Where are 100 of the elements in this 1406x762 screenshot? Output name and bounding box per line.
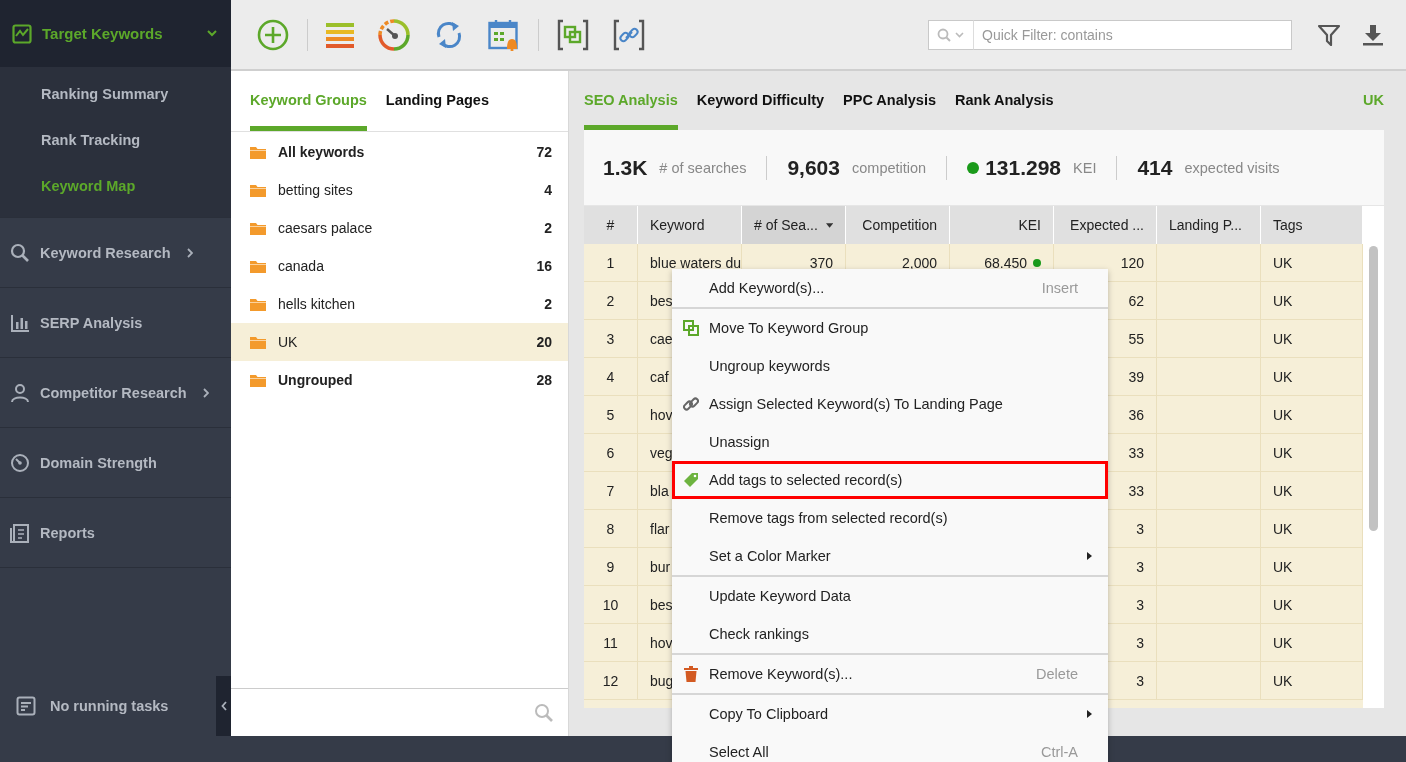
table-cell: 6 [606,444,615,461]
search-icon[interactable] [534,702,554,723]
table-cell: UK [1273,634,1293,651]
quick-filter-field[interactable]: Quick Filter: contains [974,19,1292,50]
menu-item[interactable]: Unassign [672,423,1108,461]
group-name: Ungrouped [278,372,354,388]
folder-icon [250,145,266,159]
summary-label: expected visits [1184,159,1280,176]
search-options-button[interactable] [928,19,974,50]
filter-icon[interactable] [1318,23,1340,46]
menu-item[interactable]: Ungroup keywords [672,347,1108,385]
sidebar-label: Domain Strength [40,454,157,471]
region-label: UK [1363,92,1384,110]
table-cell: 10 [602,596,619,613]
sidebar-item[interactable]: Ranking Summary [0,71,231,117]
group-name: caesars palace [278,220,374,236]
move-icon [683,320,699,336]
table-cell: 8 [606,520,615,537]
table-cell: 3 [1136,520,1144,537]
folder-icon [250,259,266,273]
add-icon[interactable] [257,18,289,51]
table-cell: 3 [1136,558,1144,575]
group-name: UK [278,334,299,350]
table-cell: 3 [1136,634,1144,651]
sidebar-label: Keyword Research [40,244,171,261]
group-item[interactable]: betting sites 4 [231,171,568,209]
group-item[interactable]: canada 16 [231,247,568,285]
sidebar-label: SERP Analysis [40,314,143,331]
table-cell: UK [1273,672,1293,689]
tab[interactable]: Keyword Difficulty [696,92,825,130]
table-cell: 3 [1136,596,1144,613]
table-cell: veg [650,444,673,461]
tasks-icon [16,696,36,716]
group-item[interactable]: UK 20 [231,323,568,361]
table-cell: UK [1273,482,1293,499]
table-cell: 7 [606,482,615,499]
group-item[interactable]: Ungrouped 28 [231,361,568,399]
column-header[interactable]: Expected ... [1054,206,1157,244]
move-icon[interactable] [557,18,589,51]
menu-item[interactable]: Select All Ctrl-A [672,733,1108,762]
chart-icon [12,23,32,44]
download-icon[interactable] [1362,23,1384,46]
person-icon [10,382,30,403]
group-item[interactable]: hells kitchen 2 [231,285,568,323]
table-cell: 9 [606,558,615,575]
collapse-handle[interactable] [216,676,231,736]
table-cell: UK [1273,254,1293,271]
menu-item[interactable]: Copy To Clipboard [672,695,1108,733]
table-cell: 33 [1128,482,1144,499]
sidebar-label: Reports [40,524,95,541]
table-cell: 5 [606,406,615,423]
tab[interactable]: PPC Analysis [843,92,936,130]
group-name: canada [278,258,325,274]
folder-icon [250,183,266,197]
table-cell: bes [650,596,673,613]
tag-icon [683,472,699,488]
sidebar-section-header[interactable]: Target Keywords [0,0,231,67]
group-item[interactable]: caesars palace 2 [231,209,568,247]
menu-item[interactable]: Assign Selected Keyword(s) To Landing Page [672,385,1108,423]
table-cell: caf [650,368,669,385]
document-icon [10,522,30,543]
menu-item[interactable]: Remove tags from selected record(s) [672,499,1108,537]
calendar-icon[interactable] [488,18,520,51]
table-cell: UK [1273,330,1293,347]
menu-item[interactable]: Check rankings [672,615,1108,653]
table-cell: 33 [1128,444,1144,461]
menu-item[interactable]: Move To Keyword Group [672,309,1108,347]
table-cell: 4 [606,368,615,385]
group-count: 28 [536,372,552,388]
menu-item[interactable]: Remove Keyword(s)... Delete [672,655,1108,693]
menu-item[interactable]: Add tags to selected record(s) [672,461,1108,499]
list-icon[interactable] [326,21,354,48]
table-cell: UK [1273,406,1293,423]
column-header[interactable]: # [584,206,638,244]
sidebar-item[interactable]: Rank Tracking [0,117,231,163]
tab[interactable]: Rank Analysis [955,92,1054,130]
column-header[interactable]: Competition [846,206,950,244]
tab[interactable]: Landing Pages [385,92,489,131]
column-header[interactable]: # of Sea... [742,206,846,244]
column-header[interactable]: Landing P... [1157,206,1261,244]
link-icon[interactable] [613,18,645,51]
menu-item[interactable]: Update Keyword Data [672,577,1108,615]
table-cell: 55 [1128,330,1144,347]
sidebar-item[interactable]: Keyword Map [0,163,231,209]
table-cell: hov [650,406,673,423]
summary-value: 131.298 [985,155,1062,180]
scrollbar-thumb[interactable] [1369,246,1378,531]
menu-item[interactable]: Set a Color Marker [672,537,1108,575]
bar-chart-icon [10,312,30,333]
table-cell: 39 [1128,368,1144,385]
table-cell: hov [650,634,673,651]
folder-icon [250,335,266,349]
table-cell: 36 [1128,406,1144,423]
summary-value: 414 [1137,155,1173,180]
group-count: 4 [544,182,552,198]
column-header[interactable]: KEI [950,206,1054,244]
table-cell: blue waters du [650,254,741,271]
gauge-icon[interactable] [378,18,410,51]
summary-value: 1.3K [603,155,648,180]
group-item[interactable]: All keywords 72 [231,133,568,171]
